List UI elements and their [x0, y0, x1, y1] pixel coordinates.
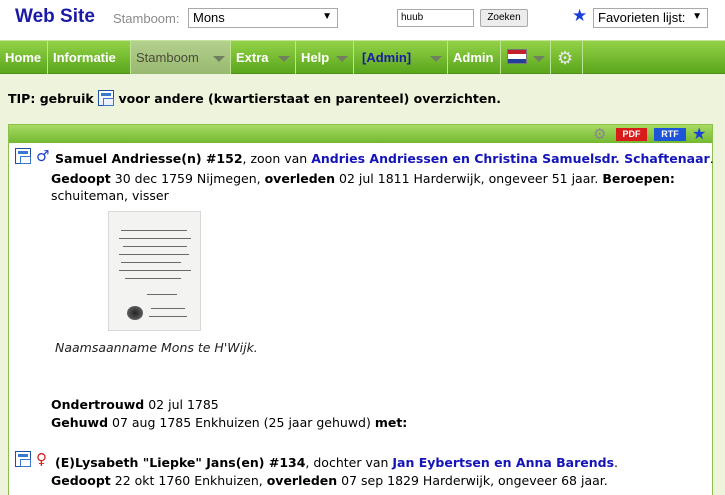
- image-caption: Naamsaanname Mons te H'Wijk.: [55, 340, 258, 355]
- overleden-label: overleden: [266, 473, 338, 488]
- panel-toolbar: ⚙ PDF RTF ★: [9, 124, 712, 143]
- person2-header: (E)Lysabeth "Liepke" Jans(en) #134, doch…: [55, 455, 618, 470]
- top-bar: Web Site Stamboom: Mons ▼ huub Zoeken ★ …: [0, 0, 725, 40]
- person2-parents-link[interactable]: Jan Eybertsen en Anna Barends: [392, 455, 614, 470]
- person1-name: Samuel Andriesse(n) #152: [55, 151, 243, 166]
- caret-down-icon: [336, 56, 348, 62]
- overleden-value: 02 jul 1811 Harderwijk, ongeveer 51 jaar…: [335, 171, 603, 186]
- person1-relation: , zoon van: [242, 151, 312, 166]
- met-label: met:: [374, 415, 408, 430]
- menu-informatie-label: Informatie: [53, 50, 116, 65]
- menu-stamboom[interactable]: Stamboom: [131, 41, 231, 74]
- report-icon[interactable]: [15, 148, 31, 164]
- caret-down-icon: [533, 56, 545, 62]
- menu-home-label: Home: [5, 50, 42, 65]
- gear-icon: ⚙: [557, 48, 574, 68]
- menu-admin-label: Admin: [453, 50, 494, 65]
- person1-header: Samuel Andriesse(n) #152, zoon van Andri…: [55, 151, 714, 166]
- person2-events: Gedoopt 22 okt 1760 Enkhuizen, overleden…: [51, 473, 608, 488]
- ondertrouwd-label: Ondertrouwd: [51, 397, 145, 412]
- dutch-flag-icon: [507, 49, 527, 64]
- menu-extra-label: Extra: [236, 50, 269, 65]
- caret-down-icon: [213, 56, 225, 62]
- tip-prefix: TIP: gebruik: [8, 91, 94, 106]
- site-title[interactable]: Web Site: [15, 6, 95, 28]
- seal-mark: [127, 306, 143, 320]
- person2-parents-end: .: [614, 455, 619, 470]
- marriage-gehuwd: Gehuwd 07 aug 1785 Enkhuizen (25 jaar ge…: [51, 415, 407, 430]
- menu-home[interactable]: Home: [0, 41, 48, 74]
- person1-events: Gedoopt 30 dec 1759 Nijmegen, overleden …: [51, 171, 675, 186]
- star-icon[interactable]: ★: [692, 124, 706, 143]
- menu-language[interactable]: [501, 41, 551, 74]
- ondertrouwd-value: 02 jul 1785: [144, 397, 219, 412]
- person1-parents-end: .: [709, 151, 714, 166]
- stamboom-label: Stamboom:: [113, 11, 180, 26]
- favorites-select[interactable]: Favorieten lijst: ▼: [593, 8, 708, 28]
- tree-select-value: Mons: [193, 10, 225, 25]
- main-menu: Home Informatie Stamboom Extra Help [Adm…: [0, 40, 725, 74]
- report-icon[interactable]: [15, 451, 31, 467]
- gehuwd-label: Gehuwd: [51, 415, 109, 430]
- gedoopt-value: 22 okt 1760 Enkhuizen,: [110, 473, 267, 488]
- menu-help[interactable]: Help: [296, 41, 354, 74]
- beroepen-label: Beroepen:: [602, 171, 675, 186]
- person2-name: (E)Lysabeth "Liepke" Jans(en) #134: [55, 455, 306, 470]
- search-button[interactable]: Zoeken: [480, 9, 528, 27]
- tip-text: TIP: gebruik voor andere (kwartierstaat …: [8, 90, 501, 106]
- overleden-label: overleden: [264, 171, 336, 186]
- gedoopt-label: Gedoopt: [51, 171, 111, 186]
- menu-settings[interactable]: ⚙: [551, 41, 583, 74]
- star-icon: ★: [572, 6, 588, 26]
- gedoopt-value: 30 dec 1759 Nijmegen,: [110, 171, 265, 186]
- person2-relation: , dochter van: [305, 455, 393, 470]
- report-icon: [98, 90, 115, 106]
- caret-down-icon: [278, 56, 290, 62]
- menu-stamboom-label: Stamboom: [136, 50, 199, 65]
- person-panel: ⚙ PDF RTF ★ ♂ Samuel Andriesse(n) #152, …: [8, 124, 714, 495]
- person1-occupations: schuiteman, visser: [51, 188, 169, 203]
- chevron-down-icon: ▼: [322, 11, 332, 22]
- chevron-down-icon: ▼: [692, 11, 702, 22]
- search-input[interactable]: huub: [397, 9, 474, 27]
- gear-icon[interactable]: ⚙: [593, 125, 606, 143]
- gedoopt-label: Gedoopt: [51, 473, 111, 488]
- rtf-button[interactable]: RTF: [654, 128, 686, 141]
- menu-admin[interactable]: Admin: [448, 41, 501, 74]
- tip-suffix: voor andere (kwartierstaat en parenteel)…: [118, 91, 502, 106]
- tree-select[interactable]: Mons ▼: [188, 8, 338, 28]
- gehuwd-value: 07 aug 1785 Enkhuizen (25 jaar gehuwd): [108, 415, 375, 430]
- favorites-select-value: Favorieten lijst:: [598, 10, 686, 25]
- menu-extra[interactable]: Extra: [231, 41, 296, 74]
- menu-admin-bracket[interactable]: [Admin]: [354, 41, 448, 74]
- marriage-ondertrouwd: Ondertrouwd 02 jul 1785: [51, 397, 219, 412]
- female-icon: ♀: [36, 450, 47, 468]
- caret-down-icon: [430, 56, 442, 62]
- menu-admin-bracket-label: [Admin]: [362, 50, 412, 65]
- overleden-value: 07 sep 1829 Harderwijk, ongeveer 68 jaar…: [337, 473, 608, 488]
- document-image[interactable]: [108, 211, 201, 331]
- menu-help-label: Help: [301, 50, 330, 65]
- person1-parents-link[interactable]: Andries Andriessen en Christina Samuelsd…: [311, 151, 710, 166]
- menu-informatie[interactable]: Informatie: [48, 41, 131, 74]
- male-icon: ♂: [36, 147, 50, 165]
- pdf-button[interactable]: PDF: [616, 128, 647, 141]
